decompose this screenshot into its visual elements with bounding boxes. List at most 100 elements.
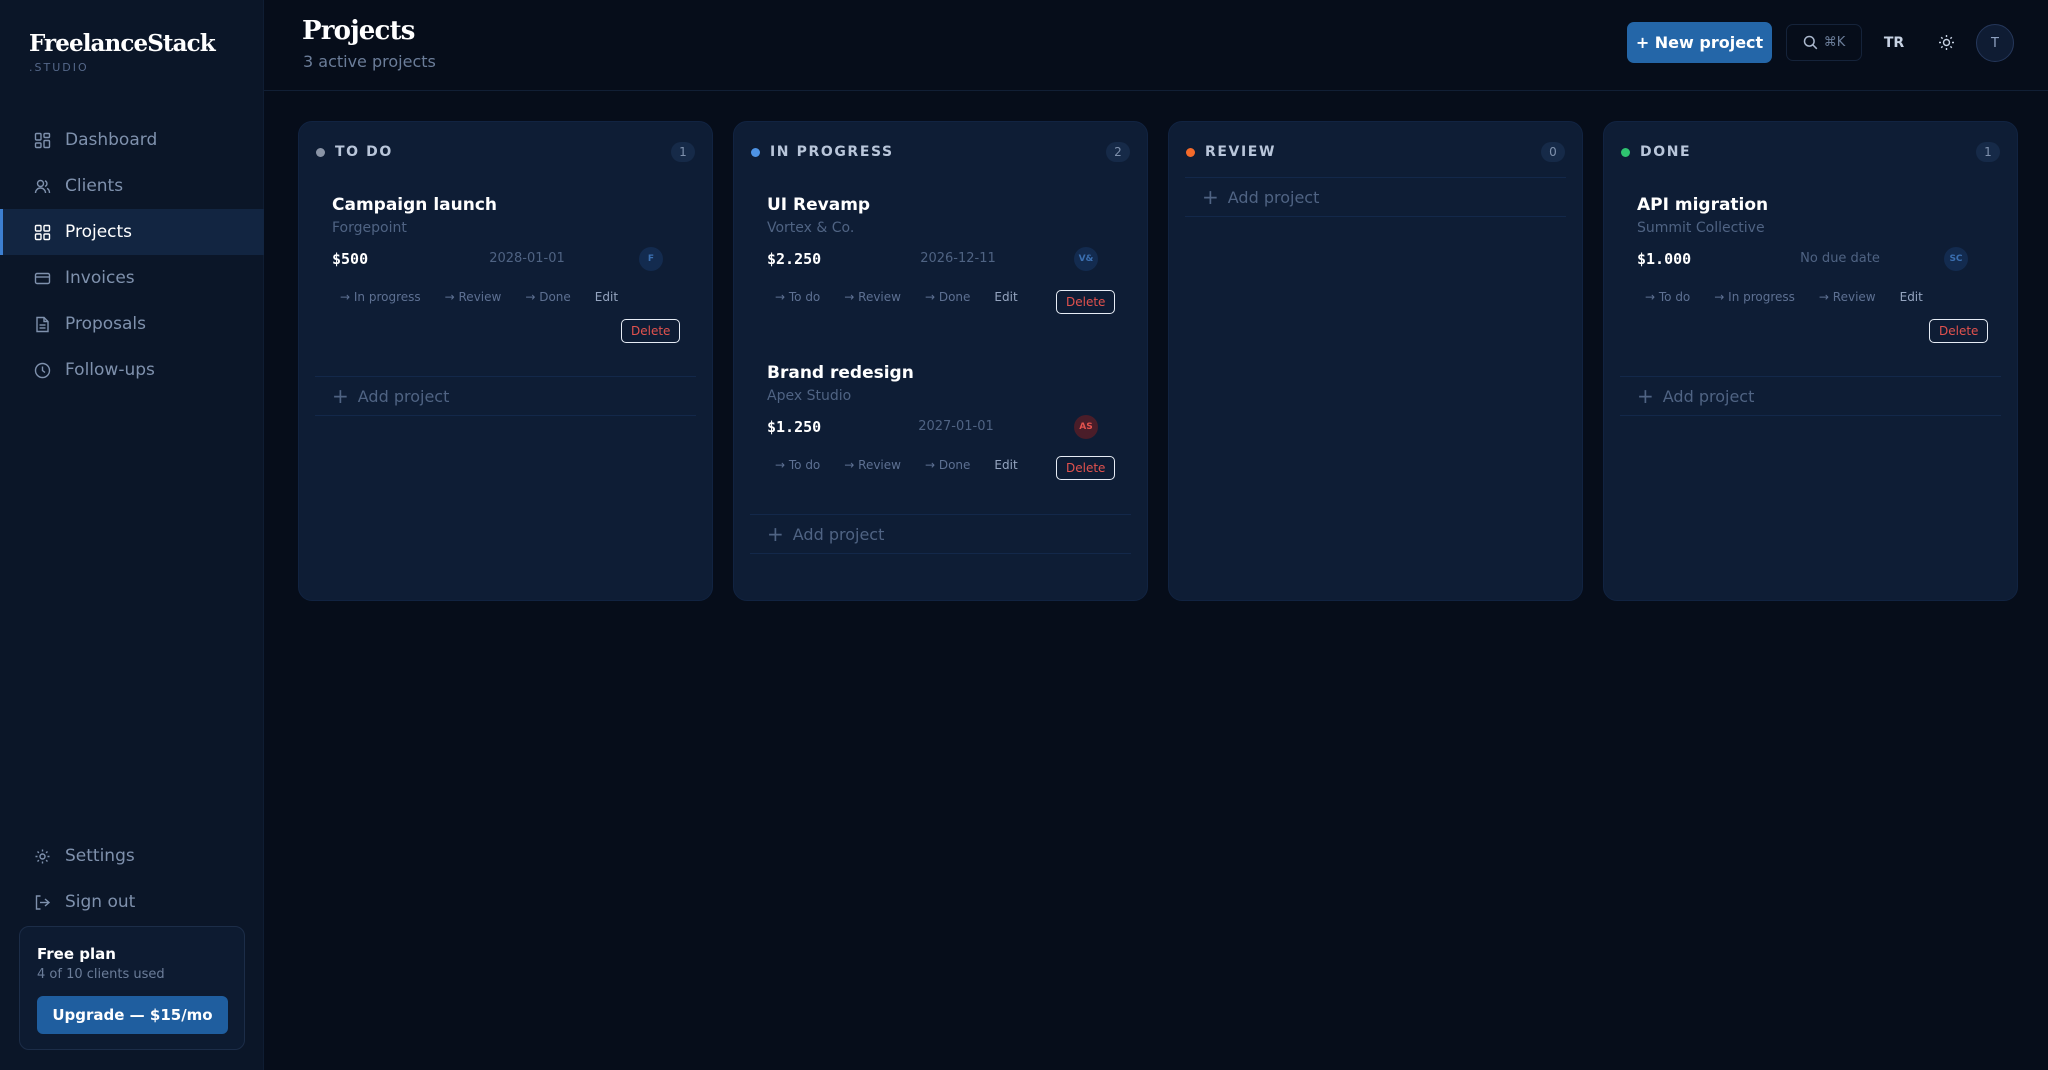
delete-button[interactable]: Delete: [1056, 290, 1116, 314]
delete-button[interactable]: Delete: [1056, 456, 1116, 480]
project-card[interactable]: Brand redesign Apex Studio $1.250 2027-0…: [750, 356, 1131, 516]
project-title: API migration: [1637, 195, 1769, 215]
plus-icon: +: [1637, 384, 1654, 408]
add-project-button[interactable]: + Add project: [1185, 177, 1566, 217]
plus-icon: +: [332, 384, 349, 408]
project-amount: $2.250: [767, 250, 822, 268]
project-due-date: 2027-01-01: [918, 419, 994, 434]
column-count-badge: 0: [1541, 142, 1565, 162]
column-count-badge: 1: [671, 142, 695, 162]
sidebar-item-invoices[interactable]: Invoices: [0, 255, 264, 301]
search-button[interactable]: ⌘K: [1786, 24, 1862, 61]
move-todo-button[interactable]: → To do: [1645, 290, 1690, 304]
sidebar-item-label: Dashboard: [65, 130, 158, 150]
column-header: TO DO 1: [316, 140, 695, 164]
sidebar-item-label: Sign out: [65, 892, 136, 912]
users-icon: [34, 178, 51, 195]
move-todo-button[interactable]: → To do: [775, 458, 820, 472]
project-due-date: 2028-01-01: [489, 251, 565, 266]
add-project-button[interactable]: + Add project: [1620, 376, 2001, 416]
project-client: Summit Collective: [1637, 220, 1765, 236]
card-actions: → To do → In progress → Review Edit: [1645, 290, 1959, 304]
theme-toggle[interactable]: [1926, 24, 1966, 61]
column-title: REVIEW: [1205, 144, 1276, 160]
column-title: IN PROGRESS: [770, 144, 894, 160]
add-project-label: Add project: [792, 524, 885, 544]
add-project-label: Add project: [1227, 187, 1320, 207]
column-header: DONE 1: [1621, 140, 2000, 164]
sign-out-icon: [34, 894, 51, 911]
sidebar-item-follow-ups[interactable]: Follow-ups: [0, 347, 264, 393]
move-review-button[interactable]: → Review: [844, 458, 901, 472]
move-done-button[interactable]: → Done: [925, 458, 970, 472]
edit-button[interactable]: Edit: [595, 290, 618, 304]
card-actions: → To do → Review → Done Edit: [775, 290, 1054, 304]
move-review-button[interactable]: → Review: [445, 290, 502, 304]
brand[interactable]: FreelanceStack .STUDIO: [29, 30, 216, 74]
add-project-button[interactable]: + Add project: [315, 376, 696, 416]
language-toggle[interactable]: TR: [1874, 24, 1914, 61]
delete-button[interactable]: Delete: [621, 319, 681, 343]
card-actions: → In progress → Review → Done Edit: [340, 290, 654, 304]
project-title: Campaign launch: [332, 195, 498, 215]
plus-icon: +: [767, 522, 784, 546]
upgrade-button[interactable]: Upgrade — $15/mo: [37, 996, 228, 1034]
new-project-button[interactable]: + New project: [1627, 22, 1772, 63]
sidebar-item-label: Follow-ups: [65, 360, 155, 380]
column-header: REVIEW 0: [1186, 140, 1565, 164]
client-avatar: AS: [1074, 415, 1098, 439]
move-review-button[interactable]: → Review: [844, 290, 901, 304]
sidebar-item-sign-out[interactable]: Sign out: [0, 879, 264, 925]
move-done-button[interactable]: → Done: [925, 290, 970, 304]
sidebar-item-settings[interactable]: Settings: [0, 833, 264, 879]
column-review: REVIEW 0 + Add project: [1168, 121, 1583, 601]
status-dot: [1186, 147, 1195, 157]
project-card[interactable]: UI Revamp Vortex & Co. $2.250 2026-12-11…: [750, 188, 1131, 348]
page-header: Projects 3 active projects + New project…: [264, 0, 2048, 91]
sidebar-item-dashboard[interactable]: Dashboard: [0, 117, 264, 163]
column-count-badge: 2: [1106, 142, 1130, 162]
card-actions: → To do → Review → Done Edit: [775, 458, 1054, 472]
sidebar-nav: Dashboard Clients Projects Invoices Prop…: [0, 117, 264, 393]
project-due-date: 2026-12-11: [920, 251, 996, 266]
project-client: Forgepoint: [332, 220, 407, 236]
plus-icon: +: [1202, 185, 1219, 209]
move-in-progress-button[interactable]: → In progress: [340, 290, 421, 304]
sun-icon: [1938, 34, 1955, 51]
move-in-progress-button[interactable]: → In progress: [1714, 290, 1795, 304]
sidebar-item-projects[interactable]: Projects: [0, 209, 264, 255]
move-done-button[interactable]: → Done: [525, 290, 570, 304]
column-in-progress: IN PROGRESS 2 UI Revamp Vortex & Co. $2.…: [733, 121, 1148, 601]
column-title: TO DO: [335, 144, 393, 160]
clock-icon: [34, 362, 51, 379]
brand-name: FreelanceStack: [29, 30, 216, 57]
column-count-badge: 1: [1976, 142, 2000, 162]
project-card[interactable]: API migration Summit Collective $1.000 N…: [1620, 188, 2001, 348]
search-shortcut: ⌘K: [1823, 35, 1846, 50]
edit-button[interactable]: Edit: [1900, 290, 1923, 304]
project-due-date: No due date: [1800, 251, 1880, 266]
search-icon: [1803, 35, 1818, 50]
delete-button[interactable]: Delete: [1929, 319, 1989, 343]
sidebar-item-label: Proposals: [65, 314, 147, 334]
sidebar-item-label: Settings: [65, 846, 135, 866]
column-header: IN PROGRESS 2: [751, 140, 1130, 164]
column-todo: TO DO 1 Campaign launch Forgepoint $500 …: [298, 121, 713, 601]
brand-sub: .STUDIO: [29, 61, 89, 74]
sidebar-item-label: Projects: [65, 222, 133, 242]
add-project-button[interactable]: + Add project: [750, 514, 1131, 554]
sidebar-item-clients[interactable]: Clients: [0, 163, 264, 209]
page-title: Projects: [302, 16, 415, 46]
sidebar-item-proposals[interactable]: Proposals: [0, 301, 264, 347]
edit-button[interactable]: Edit: [994, 290, 1017, 304]
move-review-button[interactable]: → Review: [1819, 290, 1876, 304]
add-project-label: Add project: [1662, 386, 1755, 406]
status-dot: [751, 147, 760, 157]
sidebar-item-label: Invoices: [65, 268, 135, 288]
project-card[interactable]: Campaign launch Forgepoint $500 2028-01-…: [315, 188, 696, 348]
move-todo-button[interactable]: → To do: [775, 290, 820, 304]
edit-button[interactable]: Edit: [994, 458, 1017, 472]
dashboard-icon: [34, 132, 51, 149]
user-avatar[interactable]: T: [1976, 24, 2014, 62]
sidebar: FreelanceStack .STUDIO Dashboard Clients…: [0, 0, 264, 1070]
